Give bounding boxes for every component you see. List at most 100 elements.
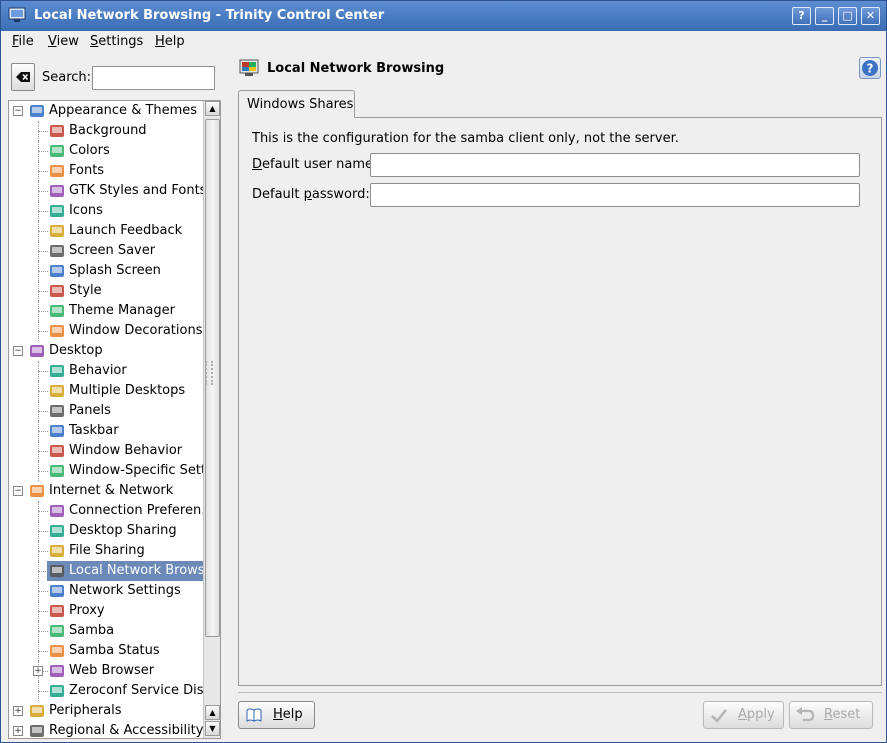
behavior-icon (50, 365, 64, 377)
collapse-toggle[interactable]: − (13, 486, 23, 496)
tree-item-label: Local Network Brows… (69, 563, 218, 578)
menu-settings[interactable]: Settings (90, 34, 143, 49)
default-password-label: Default password: (252, 187, 370, 202)
tab-windows-shares[interactable]: Windows Shares (238, 90, 355, 118)
tree-connector (38, 271, 48, 272)
help-button[interactable]: Help (238, 701, 315, 729)
whats-this-title-button[interactable]: ? (792, 7, 811, 25)
tree-item-desktop-sharing[interactable]: Desktop Sharing (9, 521, 203, 541)
tree-connector (38, 501, 39, 521)
tree-scrollbar[interactable]: ▲ ▲ ▼ (203, 101, 220, 738)
samba-status-icon (50, 645, 64, 657)
splitter-handle[interactable] (205, 361, 213, 385)
tree-category-desktop[interactable]: − Desktop (9, 341, 203, 361)
tree-item-zeroconf-service-disc[interactable]: Zeroconf Service Disc… (9, 681, 220, 701)
tree-item-taskbar[interactable]: Taskbar (9, 421, 203, 441)
samba-icon (50, 625, 64, 637)
tree-item-style[interactable]: Style (9, 281, 203, 301)
tree-item-fonts[interactable]: Fonts (9, 161, 203, 181)
apply-button[interactable]: Apply (703, 701, 784, 729)
tree-connector (38, 301, 39, 321)
tree-connector (38, 181, 39, 201)
tree-connector (38, 601, 39, 621)
tree-item-label: Behavior (69, 363, 127, 378)
tree-item-colors[interactable]: Colors (9, 141, 203, 161)
tree-connector (38, 681, 39, 701)
tree-item-label: Background (69, 123, 147, 138)
colors-icon (50, 145, 64, 157)
tree-connector (38, 261, 39, 281)
tree-connector (38, 531, 48, 532)
tree-item-samba[interactable]: Samba (9, 621, 203, 641)
tree-item-background[interactable]: Background (9, 121, 203, 141)
local-network-brows-icon (50, 565, 64, 577)
default-password-input[interactable] (370, 183, 860, 207)
expand-toggle[interactable]: + (33, 666, 43, 676)
maximize-button[interactable]: □ (838, 7, 857, 25)
search-input[interactable] (92, 66, 215, 90)
scroll-down-button[interactable]: ▼ (205, 721, 220, 736)
tree-connector (38, 431, 48, 432)
tree-connector (38, 161, 39, 181)
checkmark-icon (711, 709, 727, 723)
tree-item-samba-status[interactable]: Samba Status (9, 641, 203, 661)
tree-item-label: Proxy (69, 603, 105, 618)
tree-category-regional-accessibility[interactable]: + Regional & Accessibility (9, 721, 203, 738)
tree-item-theme-manager[interactable]: Theme Manager (9, 301, 203, 321)
tree-item-window-decorations[interactable]: Window Decorations (9, 321, 203, 341)
expand-toggle[interactable]: + (13, 706, 23, 716)
desktop-icon (30, 345, 44, 357)
tree-item-splash-screen[interactable]: Splash Screen (9, 261, 203, 281)
tree-item-screen-saver[interactable]: Screen Saver (9, 241, 203, 261)
tree-item-gtk-styles-and-fonts[interactable]: GTK Styles and Fonts (9, 181, 206, 201)
tree-item-launch-feedback[interactable]: Launch Feedback (9, 221, 203, 241)
tree-connector (38, 411, 48, 412)
tree-connector (38, 461, 39, 481)
bottom-separator (238, 692, 882, 693)
collapse-toggle[interactable]: − (13, 346, 23, 356)
tree-category-internet-network[interactable]: − Internet & Network (9, 481, 203, 501)
tree-item-window-behavior[interactable]: Window Behavior (9, 441, 203, 461)
scroll-up-lower-button[interactable]: ▲ (205, 705, 220, 720)
menu-help[interactable]: Help (155, 34, 185, 49)
clear-search-button[interactable] (11, 63, 35, 91)
help-book-icon (246, 708, 262, 722)
tree-category-peripherals[interactable]: + Peripherals (9, 701, 203, 721)
default-user-name-input[interactable] (370, 153, 860, 177)
tree-item-connection-preferen[interactable]: Connection Preferen… (9, 501, 214, 521)
scroll-up-button[interactable]: ▲ (205, 101, 220, 116)
tree-item-multiple-desktops[interactable]: Multiple Desktops (9, 381, 203, 401)
tree-item-proxy[interactable]: Proxy (9, 601, 203, 621)
tree-category-appearance-themes[interactable]: − Appearance & Themes (9, 101, 203, 121)
tree-item-local-network-brows[interactable]: Local Network Brows… (9, 561, 218, 581)
menu-file[interactable]: File (12, 34, 34, 49)
tree-connector (38, 151, 48, 152)
tree-connector (38, 281, 39, 301)
screen-saver-icon (50, 245, 64, 257)
tree-connector (38, 331, 48, 332)
collapse-toggle[interactable]: − (13, 106, 23, 116)
minimize-button[interactable]: _ (815, 7, 834, 25)
tree-item-network-settings[interactable]: Network Settings (9, 581, 203, 601)
module-title: Local Network Browsing (267, 61, 445, 76)
tree-connector (38, 371, 48, 372)
tree-item-web-browser[interactable]: + Web Browser (9, 661, 203, 681)
menu-view[interactable]: View (48, 34, 79, 49)
whats-this-button[interactable]: ? (859, 57, 881, 79)
tree-item-label: Samba Status (69, 643, 160, 658)
tree-item-file-sharing[interactable]: File Sharing (9, 541, 203, 561)
tree-connector (38, 401, 39, 421)
close-button[interactable]: ✕ (861, 7, 880, 25)
window-specific-sett-icon (50, 465, 64, 477)
reset-button[interactable]: Reset (789, 701, 873, 729)
tree-connector (38, 241, 39, 261)
tree-item-label: Connection Preferen… (69, 503, 215, 518)
tree-connector (38, 191, 48, 192)
tree-item-panels[interactable]: Panels (9, 401, 203, 421)
tree-connector (38, 541, 39, 561)
tree-item-window-specific-sett[interactable]: Window-Specific Sett… (9, 461, 219, 481)
tree-item-behavior[interactable]: Behavior (9, 361, 203, 381)
expand-toggle[interactable]: + (13, 726, 23, 736)
tree-item-icons[interactable]: Icons (9, 201, 203, 221)
title-bar[interactable]: Local Network Browsing - Trinity Control… (1, 1, 886, 31)
